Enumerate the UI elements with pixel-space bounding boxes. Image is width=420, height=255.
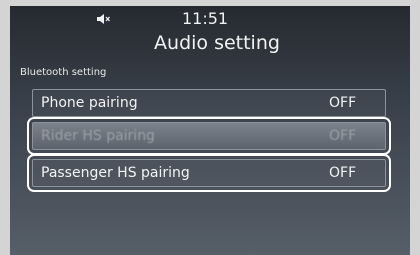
phone-pairing-label: Phone pairing [41,95,138,111]
audio-settings-screen: 11:51 Audio setting Bluetooth setting Ph… [10,6,410,255]
phone-pairing-value: OFF [329,95,357,111]
rider-hs-pairing-row[interactable]: Rider HS pairing OFF [27,117,391,155]
passenger-hs-pairing-row[interactable]: Passenger HS pairing OFF [27,154,391,192]
speaker-mute-icon [97,14,110,24]
rider-hs-pairing-value: OFF [329,128,357,144]
section-label-bluetooth: Bluetooth setting [20,67,107,78]
page-title: Audio setting [154,32,280,54]
clock: 11:51 [182,9,229,28]
status-bar: 11:51 [10,6,410,32]
phone-pairing-row[interactable]: Phone pairing OFF [32,89,386,117]
rider-hs-pairing-label: Rider HS pairing [41,128,155,144]
passenger-hs-pairing-value: OFF [329,165,357,181]
passenger-hs-pairing-label: Passenger HS pairing [41,165,190,181]
